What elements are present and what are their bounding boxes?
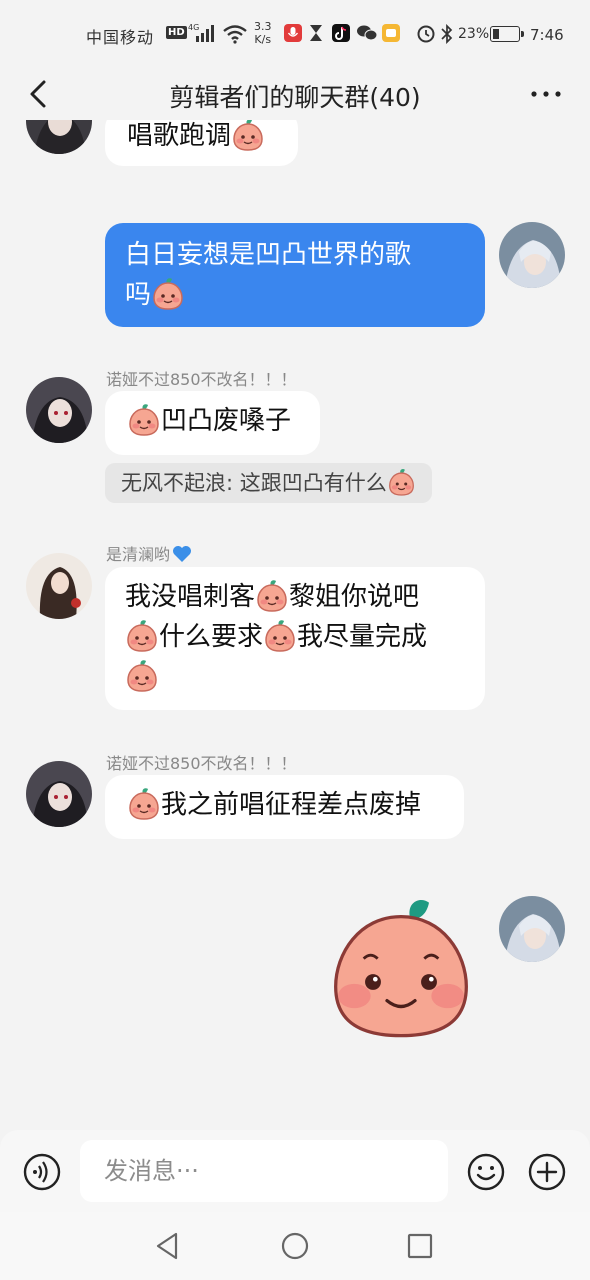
message-text: 我没唱刺客: [125, 582, 256, 612]
smile-icon[interactable]: [466, 1152, 506, 1192]
message-text: 什么要求: [159, 622, 264, 652]
more-dots-icon[interactable]: [526, 78, 566, 110]
status-bar: 中国移动 HD 4G 3.3 K/s 23% 7:46: [0, 0, 590, 68]
avatar[interactable]: [26, 761, 92, 827]
signal-icon: 4G: [188, 23, 214, 42]
battery-percent: 23%: [458, 26, 490, 42]
nav-recents-icon[interactable]: [404, 1230, 436, 1262]
wechat-icon: [357, 25, 378, 41]
network-speed: 3.3 K/s: [254, 20, 272, 46]
message-list[interactable]: 唱歌跑调 白日妄想是凹凸世界的歌 吗 诺娅不过850不改名！！！ 凹凸废嗓子 无…: [0, 120, 590, 1130]
message-bubble[interactable]: 我没唱刺客 黎姐你说吧 什么要求 我尽量完成: [105, 567, 485, 710]
sender-name: 是清澜哟: [106, 541, 192, 565]
hourglass-icon: [310, 25, 322, 41]
peach-sticker[interactable]: [326, 898, 476, 1038]
quoted-text: 无风不起浪: 这跟凹凸有什么: [121, 471, 387, 495]
speed-value: 3.3: [254, 20, 272, 33]
notification-app-icon: [382, 24, 400, 42]
speed-unit: K/s: [254, 33, 272, 46]
clock: 7:46: [530, 26, 564, 44]
message-input[interactable]: [80, 1140, 448, 1202]
sender-name-text: 是清澜哟: [106, 545, 171, 564]
page-title: 剪辑者们的聊天群(40): [169, 83, 421, 112]
avatar[interactable]: [26, 120, 92, 154]
peach-emoji-icon: [388, 467, 415, 496]
wifi-icon: [223, 25, 247, 44]
self-avatar[interactable]: [499, 222, 565, 288]
blue-heart-icon: [173, 546, 192, 562]
message-text: 凹凸废嗓子: [161, 406, 292, 436]
message-text: 黎姐你说吧: [289, 582, 420, 612]
peach-emoji-icon: [256, 578, 288, 612]
message-text: 我尽量完成: [297, 622, 428, 652]
recorder-app-icon: [284, 24, 302, 42]
plus-icon[interactable]: [527, 1152, 567, 1192]
system-nav-bar: [0, 1212, 590, 1280]
message-bubble[interactable]: 凹凸废嗓子: [105, 391, 320, 455]
carrier-label: 中国移动: [86, 28, 155, 47]
self-avatar[interactable]: [499, 896, 565, 962]
network-type-label: 4G: [188, 23, 199, 32]
chat-header: 剪辑者们的聊天群(40): [0, 68, 590, 120]
message-input-bar: [0, 1130, 590, 1212]
hd-badge: HD: [166, 26, 187, 39]
peach-emoji-icon: [128, 786, 160, 820]
sender-name: 诺娅不过850不改名！！！: [106, 754, 297, 773]
nav-home-icon[interactable]: [279, 1230, 311, 1262]
quoted-reply[interactable]: 无风不起浪: 这跟凹凸有什么: [105, 463, 432, 503]
voice-icon[interactable]: [22, 1152, 62, 1192]
nav-back-icon[interactable]: [152, 1230, 184, 1262]
message-text: 我之前唱征程差点废掉: [161, 790, 422, 820]
tiktok-app-icon: [332, 24, 350, 42]
peach-emoji-icon: [232, 120, 264, 151]
message-text: 唱歌跑调: [127, 121, 232, 151]
peach-emoji-icon: [126, 618, 158, 652]
alarm-icon: [417, 25, 435, 43]
battery-icon: [490, 26, 524, 42]
peach-emoji-icon: [152, 276, 184, 310]
avatar[interactable]: [26, 377, 92, 443]
peach-emoji-icon: [128, 402, 160, 436]
message-text: 白日妄想是凹凸世界的歌: [125, 240, 412, 270]
avatar[interactable]: [26, 553, 92, 619]
sender-name: 诺娅不过850不改名！！！: [106, 370, 297, 389]
bluetooth-icon: [441, 24, 453, 44]
message-bubble[interactable]: 我之前唱征程差点废掉: [105, 775, 464, 839]
peach-emoji-icon: [264, 618, 296, 652]
peach-emoji-icon: [126, 658, 158, 692]
outgoing-message-bubble[interactable]: 白日妄想是凹凸世界的歌 吗: [105, 223, 485, 327]
message-bubble[interactable]: 唱歌跑调: [105, 120, 298, 166]
message-text: 吗: [125, 280, 152, 310]
